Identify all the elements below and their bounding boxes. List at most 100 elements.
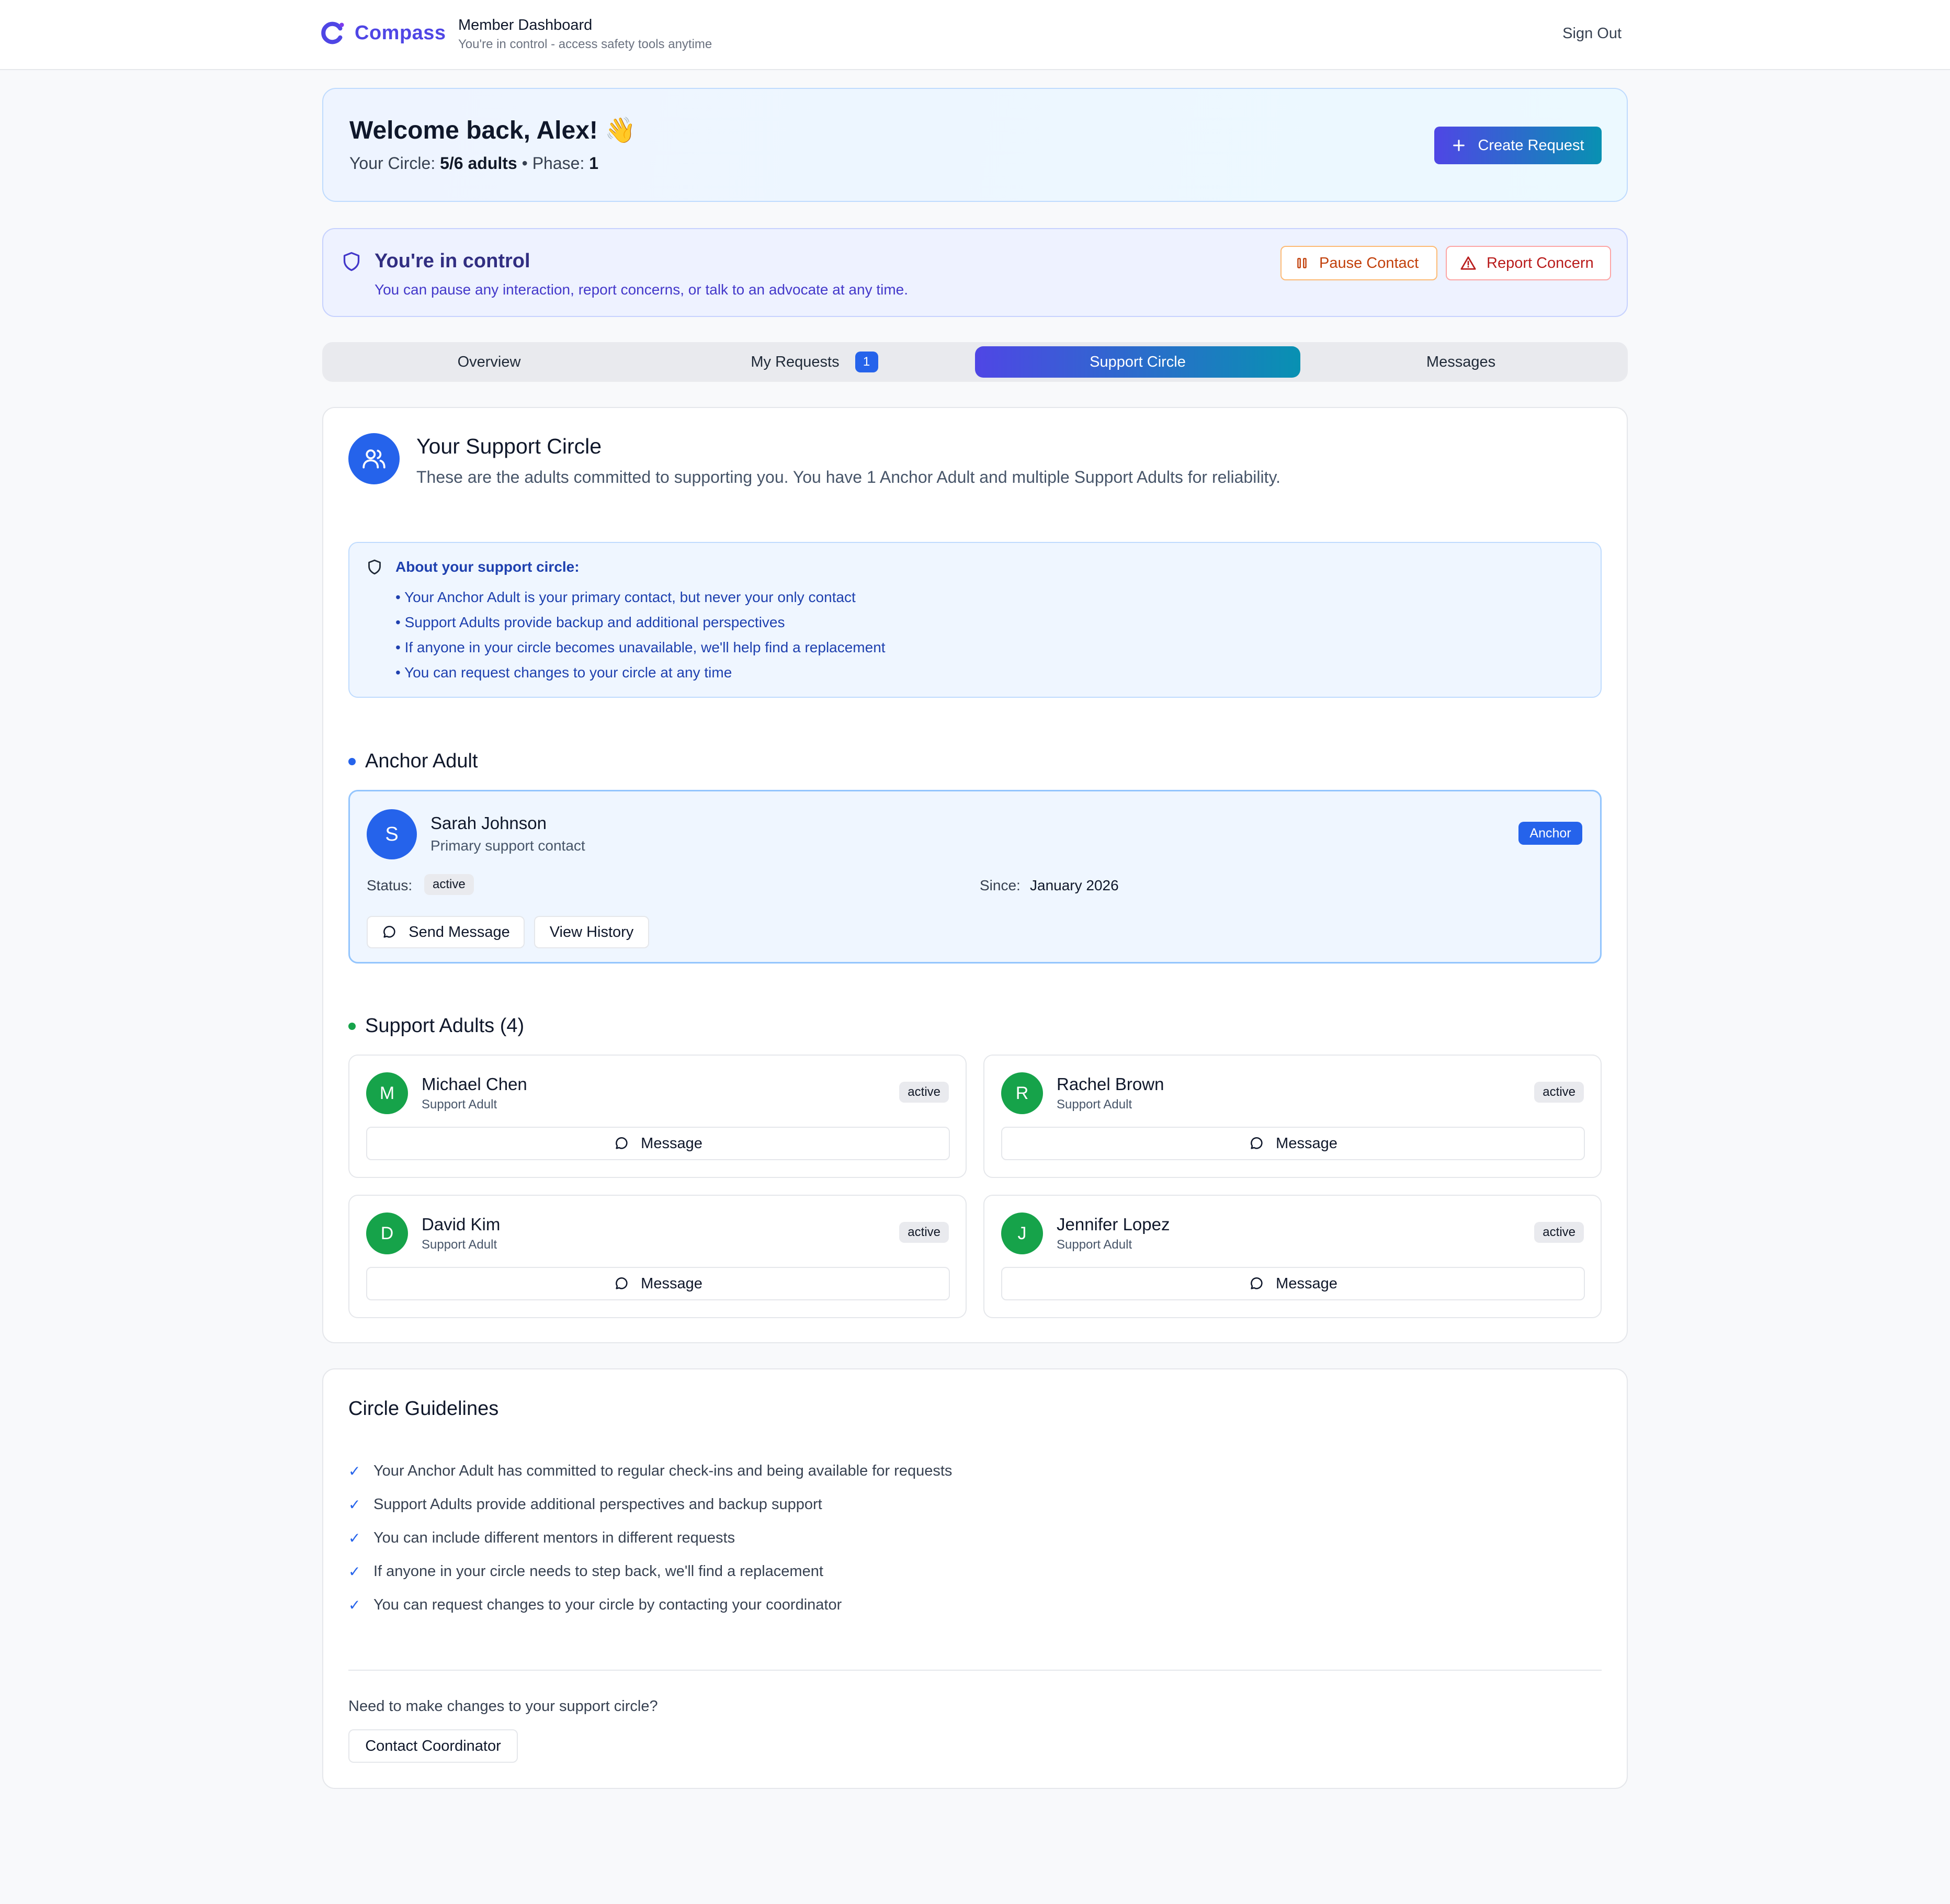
tab-my-requests[interactable]: My Requests 1 [652,346,977,378]
avatar: M [366,1072,408,1114]
changes-question: Need to make changes to your support cir… [348,1698,658,1715]
guidelines-title: Circle Guidelines [348,1398,499,1420]
avatar: R [1001,1072,1043,1114]
guideline-text: You can include different mentors in dif… [373,1529,735,1546]
support-circle-avatar [348,433,400,484]
report-concern-label: Report Concern [1487,254,1594,271]
anchor-adult-card: S Sarah Johnson Primary support contact … [348,790,1602,964]
separator-dot: • [521,154,528,173]
anchor-badge: Anchor [1518,822,1582,845]
support-circle-card: Your Support Circle These are the adults… [322,407,1628,1343]
check-icon: ✓ [348,1530,361,1546]
about-circle-info: About your support circle: • Your Anchor… [348,542,1602,698]
requests-count-badge: 1 [855,352,878,372]
support-adult-card: R Rachel Brown Support Adult active Mess… [983,1055,1602,1178]
circle-summary: Your Circle: 5/6 adults • Phase: 1 [349,154,598,173]
avatar: D [366,1212,408,1254]
status-badge: active [899,1082,949,1103]
list-item: ✓ You can include different mentors in di… [348,1529,952,1563]
sign-out-button[interactable]: Sign Out [1562,25,1622,42]
welcome-banner: Welcome back, Alex! 👋 Your Circle: 5/6 a… [322,88,1628,202]
message-bubble-icon [616,1137,628,1149]
support-adult-role: Support Adult [422,1097,497,1112]
create-request-label: Create Request [1478,137,1584,154]
message-label: Message [641,1275,702,1292]
report-concern-button[interactable]: Report Concern [1446,246,1611,280]
message-bubble-icon [1251,1277,1263,1289]
tab-overview[interactable]: Overview [326,346,652,378]
guideline-text: You can request changes to your circle b… [373,1596,842,1613]
support-section-heading: Support Adults (4) [348,1015,524,1037]
support-adult-name: Rachel Brown [1057,1074,1164,1094]
divider [348,1670,1602,1671]
message-button[interactable]: Message [1001,1267,1585,1300]
anchor-section-heading: Anchor Adult [348,750,478,773]
phase-value: 1 [589,154,599,173]
since-label: Since: [980,877,1021,893]
header-titles: Member Dashboard You're in control - acc… [458,17,712,52]
status-label: Status: [367,877,413,893]
support-circle-title: Your Support Circle [416,434,602,458]
app-header: Compass Member Dashboard You're in contr… [0,0,1950,70]
support-adult-card: D David Kim Support Adult active Message [348,1195,967,1318]
message-bubble-icon [383,926,395,938]
bullet-dot [348,1022,356,1030]
brand[interactable]: Compass [321,21,446,45]
pause-contact-button[interactable]: Pause Contact [1280,246,1437,280]
list-item: ✓ Your Anchor Adult has committed to regu… [348,1463,952,1496]
since-value: January 2026 [1030,877,1119,893]
support-adult-role: Support Adult [422,1238,497,1252]
shield-icon [343,252,360,271]
avatar: J [1001,1212,1043,1254]
create-request-button[interactable]: Create Request [1434,127,1602,164]
circle-label: Your Circle: [349,154,436,173]
list-item: • Support Adults provide backup and addi… [395,614,785,630]
guideline-text: Support Adults provide additional perspe… [373,1496,822,1513]
control-title: You're in control [375,250,530,272]
contact-coordinator-button[interactable]: Contact Coordinator [348,1729,518,1763]
pause-contact-label: Pause Contact [1319,254,1419,271]
check-icon: ✓ [348,1597,361,1613]
support-section-title: Support Adults (4) [365,1015,525,1037]
guideline-text: If anyone in your circle needs to step b… [373,1563,823,1580]
list-item: • Your Anchor Adult is your primary cont… [395,589,856,605]
compass-logo-icon [321,21,344,44]
message-button[interactable]: Message [1001,1127,1585,1160]
check-icon: ✓ [348,1563,361,1580]
support-adult-name: Michael Chen [422,1074,527,1094]
brand-name: Compass [355,21,446,44]
message-button[interactable]: Message [366,1267,950,1300]
support-adult-role: Support Adult [1057,1097,1132,1112]
anchor-name: Sarah Johnson [430,813,547,833]
message-label: Message [1276,1275,1337,1292]
page-subtitle: You're in control - access safety tools … [458,37,712,51]
tab-messages-label: Messages [1426,353,1496,370]
message-button[interactable]: Message [366,1127,950,1160]
status-badge: active [424,874,474,895]
view-history-button[interactable]: View History [534,916,649,948]
avatar: S [367,809,417,859]
send-message-label: Send Message [409,923,510,940]
plus-icon [1453,140,1465,151]
send-message-button[interactable]: Send Message [367,916,525,948]
message-bubble-icon [1251,1137,1263,1149]
message-bubble-icon [616,1277,628,1289]
tab-messages[interactable]: Messages [1298,346,1624,378]
support-circle-description: These are the adults committed to suppor… [416,468,1280,486]
status-badge: active [1534,1082,1584,1103]
list-item: • You can request changes to your circle… [395,664,732,681]
support-adult-name: David Kim [422,1215,501,1234]
check-icon: ✓ [348,1497,361,1513]
list-item: • If anyone in your circle becomes unava… [395,639,886,655]
warning-triangle-icon [1460,256,1476,270]
tab-overview-label: Overview [457,353,521,370]
status-badge: active [1534,1222,1584,1243]
list-item: ✓ Support Adults provide additional persp… [348,1496,952,1529]
check-icon: ✓ [348,1463,361,1479]
page-title: Member Dashboard [458,17,593,33]
tab-support-circle[interactable]: Support Circle [975,346,1300,378]
tab-support-circle-label: Support Circle [1090,353,1186,370]
phase-label: Phase: [532,154,585,173]
support-adult-name: Jennifer Lopez [1057,1215,1170,1234]
welcome-title: Welcome back, Alex! 👋 [349,117,636,144]
